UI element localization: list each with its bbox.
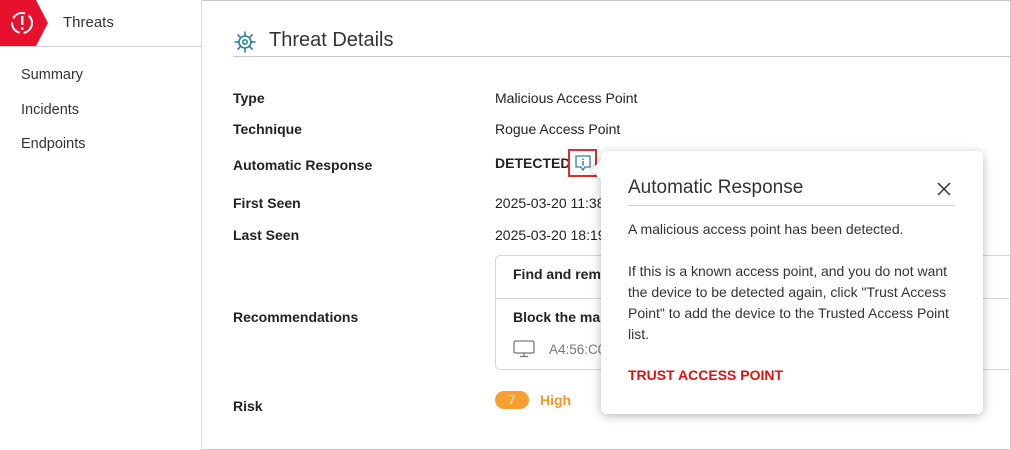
page-heading: Threat Details — [233, 28, 1011, 57]
close-icon[interactable] — [936, 181, 952, 197]
type-value: Malicious Access Point — [495, 90, 638, 106]
last-seen-label: Last Seen — [233, 227, 300, 243]
sidebar: Threats Summary Incidents Endpoints — [0, 0, 202, 450]
automatic-response-value: DETECTED — [495, 155, 571, 171]
technique-value: Rogue Access Point — [495, 121, 621, 137]
sidebar-title: Threats — [63, 14, 114, 31]
sidebar-nav: Summary Incidents Endpoints — [0, 62, 202, 166]
recommendation-find: Find and rem — [513, 266, 601, 282]
sidebar-header: Threats — [0, 0, 202, 47]
risk-label: Risk — [233, 398, 263, 414]
gear-icon — [234, 31, 256, 53]
technique-label: Technique — [233, 121, 302, 137]
threat-alert-icon — [0, 0, 48, 46]
type-label: Type — [233, 90, 265, 106]
device-mac-address: A4:56:C0 — [549, 342, 606, 357]
first-seen-label: First Seen — [233, 195, 301, 211]
popover-message: A malicious access point has been detect… — [628, 221, 904, 237]
recommendations-label: Recommendations — [233, 309, 359, 325]
risk-score-badge: 7 — [495, 391, 529, 409]
automatic-response-label: Automatic Response — [233, 157, 373, 173]
page-title: Threat Details — [269, 29, 394, 51]
info-button[interactable] — [568, 149, 597, 177]
risk-level: High — [540, 392, 572, 408]
popover-instructions: If this is a known access point, and you… — [628, 263, 949, 342]
automatic-response-popover: Automatic Response A malicious access po… — [591, 151, 983, 414]
sidebar-item-endpoints[interactable]: Endpoints — [0, 131, 202, 166]
first-seen-value: 2025-03-20 11:38 — [495, 195, 605, 211]
last-seen-value: 2025-03-20 18:19 — [495, 227, 606, 243]
trust-access-point-link[interactable]: TRUST ACCESS POINT — [628, 367, 783, 383]
sidebar-item-summary[interactable]: Summary — [0, 62, 202, 97]
recommendation-block: Block the ma — [513, 309, 601, 325]
popover-header: Automatic Response — [628, 176, 955, 206]
info-icon — [574, 155, 591, 172]
popover-title: Automatic Response — [628, 177, 804, 198]
monitor-icon — [513, 340, 535, 358]
sidebar-item-incidents[interactable]: Incidents — [0, 97, 202, 132]
